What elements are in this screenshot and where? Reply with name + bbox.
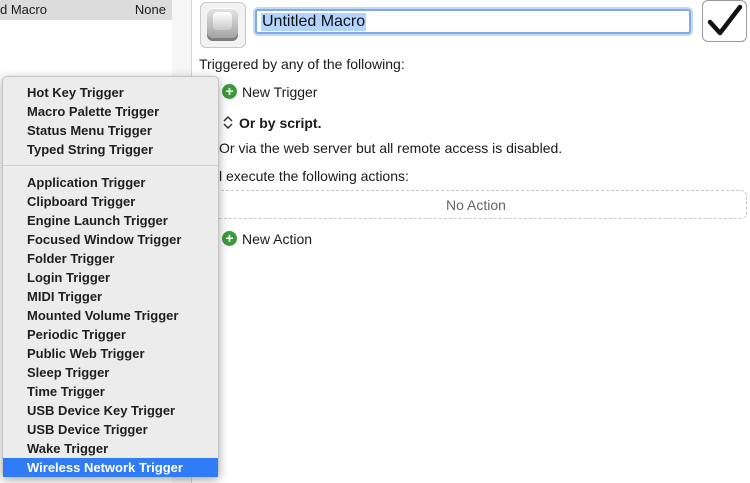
- menu-item-time-trigger[interactable]: Time Trigger: [3, 382, 218, 401]
- menu-item-public-web-trigger[interactable]: Public Web Trigger: [3, 344, 218, 363]
- add-action-icon[interactable]: +: [222, 231, 237, 246]
- done-button[interactable]: [702, 0, 747, 42]
- checkmark-icon: [707, 4, 743, 36]
- macro-icon-well[interactable]: [200, 2, 246, 48]
- new-trigger-menu: Hot Key Trigger Macro Palette Trigger St…: [2, 76, 219, 477]
- menu-item-application-trigger[interactable]: Application Trigger: [3, 173, 218, 192]
- menu-item-periodic-trigger[interactable]: Periodic Trigger: [3, 325, 218, 344]
- menu-item-usb-device-trigger[interactable]: USB Device Trigger: [3, 420, 218, 439]
- menu-item-clipboard-trigger[interactable]: Clipboard Trigger: [3, 192, 218, 211]
- macro-name-text: Untitled Macro: [261, 13, 367, 31]
- up-down-chevron-icon[interactable]: [223, 115, 233, 130]
- menu-item-focused-window-trigger[interactable]: Focused Window Trigger: [3, 230, 218, 249]
- menu-item-typed-string-trigger[interactable]: Typed String Trigger: [3, 140, 218, 159]
- macro-list-row[interactable]: d Macro None: [0, 0, 172, 20]
- menu-item-hot-key-trigger[interactable]: Hot Key Trigger: [3, 83, 218, 102]
- new-action-button[interactable]: New Action: [242, 231, 312, 247]
- actions-drop-area[interactable]: No Action: [205, 190, 747, 219]
- menu-item-mounted-volume-trigger[interactable]: Mounted Volume Trigger: [3, 306, 218, 325]
- menu-item-engine-launch-trigger[interactable]: Engine Launch Trigger: [3, 211, 218, 230]
- menu-item-login-trigger[interactable]: Login Trigger: [3, 268, 218, 287]
- no-action-placeholder: No Action: [446, 197, 506, 213]
- menu-item-usb-device-key-trigger[interactable]: USB Device Key Trigger: [3, 401, 218, 420]
- execute-actions-label: l execute the following actions:: [219, 168, 409, 184]
- or-by-script-toggle[interactable]: Or by script.: [239, 115, 321, 131]
- macro-row-trigger: None: [134, 2, 166, 17]
- menu-item-wireless-network-trigger[interactable]: Wireless Network Trigger: [3, 458, 218, 477]
- macro-row-name: d Macro: [0, 2, 47, 17]
- new-trigger-button[interactable]: New Trigger: [242, 84, 317, 100]
- keyboard-key-icon: [207, 8, 238, 41]
- menu-item-folder-trigger[interactable]: Folder Trigger: [3, 249, 218, 268]
- menu-item-sleep-trigger[interactable]: Sleep Trigger: [3, 363, 218, 382]
- web-server-status: Or via the web server but all remote acc…: [219, 140, 563, 156]
- menu-item-status-menu-trigger[interactable]: Status Menu Trigger: [3, 121, 218, 140]
- menu-item-midi-trigger[interactable]: MIDI Trigger: [3, 287, 218, 306]
- add-trigger-icon[interactable]: +: [222, 84, 237, 99]
- menu-separator: [3, 165, 218, 166]
- triggered-by-label: Triggered by any of the following:: [199, 56, 405, 72]
- menu-item-macro-palette-trigger[interactable]: Macro Palette Trigger: [3, 102, 218, 121]
- macro-name-field[interactable]: Untitled Macro: [255, 9, 691, 34]
- menu-item-wake-trigger[interactable]: Wake Trigger: [3, 439, 218, 458]
